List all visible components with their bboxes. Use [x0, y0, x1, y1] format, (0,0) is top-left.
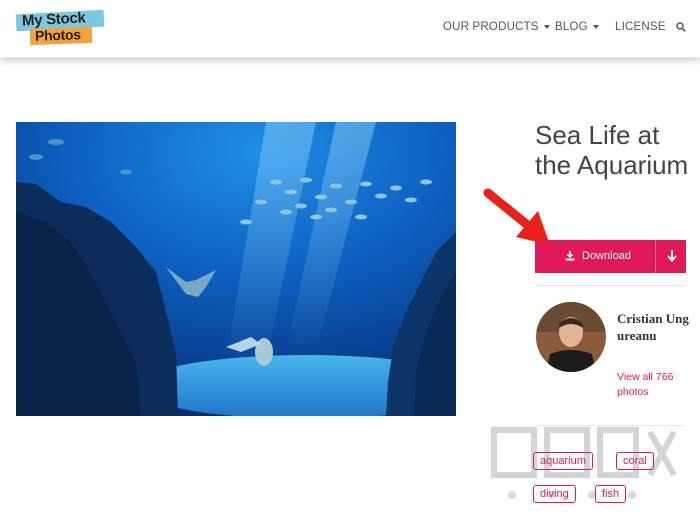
search-icon[interactable] [676, 22, 686, 32]
nav-our-products[interactable]: OUR PRODUCTS [443, 21, 550, 33]
nav-license[interactable]: LICENSE [615, 21, 666, 33]
chevron-down-icon [592, 25, 599, 29]
tag-fish[interactable]: fish [595, 485, 627, 503]
download-icon [565, 251, 575, 261]
logo-word-2: Photos [34, 26, 81, 44]
tag-diving[interactable]: diving [533, 485, 576, 503]
download-button-label: Download [582, 250, 631, 262]
divider [535, 285, 685, 286]
nav-blog[interactable]: BLOG [555, 21, 599, 33]
author-avatar[interactable] [536, 302, 606, 372]
annotation-arrow-icon [483, 188, 550, 245]
chevron-down-icon [543, 25, 550, 29]
tag-aquarium[interactable]: aquarium [533, 452, 593, 470]
site-logo[interactable]: My Stock Photos [15, 9, 108, 46]
author-photos-link[interactable]: View all 766 photos [617, 370, 687, 400]
site-header: My Stock Photos OUR PRODUCTS BLOG LICENS… [0, 0, 700, 58]
author-name[interactable]: Cristian Ungureanu [617, 310, 692, 344]
nav-license-label: LICENSE [615, 21, 666, 33]
divider [535, 425, 685, 426]
nav-blog-label: BLOG [555, 21, 588, 33]
nav-our-products-label: OUR PRODUCTS [443, 21, 539, 33]
photo-title: Sea Life at the Aquarium [535, 120, 689, 180]
main-photo[interactable] [16, 122, 456, 416]
arrow-down-icon[interactable] [666, 250, 678, 263]
tag-coral[interactable]: coral [616, 452, 654, 470]
button-divider [655, 240, 656, 273]
